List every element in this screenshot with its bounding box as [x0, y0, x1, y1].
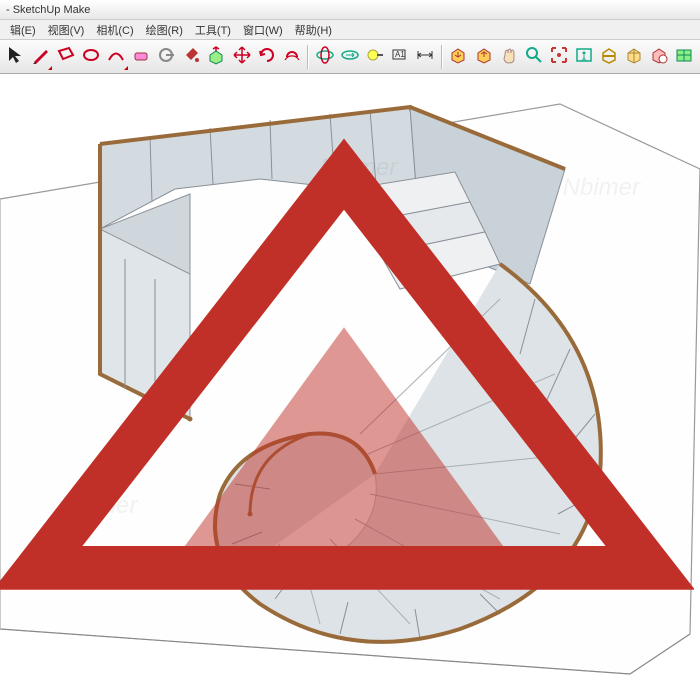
section-icon [599, 45, 619, 68]
add-location-tool[interactable] [673, 44, 696, 70]
dropdown-indicator-icon [124, 66, 128, 70]
tape-measure-tool[interactable] [364, 44, 387, 70]
offset-tool[interactable] [280, 44, 303, 70]
get-models-icon [448, 45, 468, 68]
toolbar: A1 [0, 40, 700, 74]
menu-tools[interactable]: 工具(T) [189, 20, 237, 40]
menu-view[interactable]: 视图(V) [42, 20, 91, 40]
tape-icon [156, 45, 176, 68]
move-icon [232, 45, 252, 68]
menu-edit[interactable]: 辑(E) [4, 20, 42, 40]
pencil-line-tool[interactable] [29, 44, 52, 70]
section-tool[interactable] [598, 44, 621, 70]
upload-model-tool[interactable] [472, 44, 495, 70]
text-label-icon: A1 [390, 45, 410, 68]
circle-icon [81, 45, 101, 68]
menu-draw[interactable]: 绘图(R) [140, 20, 189, 40]
move-tool[interactable] [230, 44, 253, 70]
zoom-extents-tool[interactable] [547, 44, 570, 70]
hand-pan-icon [499, 45, 519, 68]
walk-icon [574, 45, 594, 68]
select-arrow-tool[interactable] [4, 44, 27, 70]
menu-window[interactable]: 窗口(W) [237, 20, 289, 40]
eraser-icon [131, 45, 151, 68]
app-corner-logo-icon [0, 74, 694, 674]
app-title: - SketchUp Make [6, 4, 90, 16]
select-arrow-icon [6, 45, 26, 68]
rectangle-tool[interactable] [54, 44, 77, 70]
svg-text:A1: A1 [395, 50, 405, 59]
rotate-icon [257, 45, 277, 68]
tape-tool[interactable] [155, 44, 178, 70]
pan-tool[interactable] [338, 44, 361, 70]
circle-tool[interactable] [79, 44, 102, 70]
viewport-3d[interactable]: Nbimer Nbimer Nbimer [0, 74, 700, 680]
offset-icon [282, 45, 302, 68]
tape-measure-icon [365, 45, 385, 68]
paint-bucket-icon [181, 45, 201, 68]
arc-tool[interactable] [104, 44, 127, 70]
dropdown-indicator-icon [48, 66, 52, 70]
toolbar-separator [441, 45, 443, 69]
add-location-icon [674, 45, 694, 68]
walk-tool[interactable] [572, 44, 595, 70]
push-pull-tool[interactable] [205, 44, 228, 70]
zoom-icon [524, 45, 544, 68]
toolbar-separator [307, 45, 309, 69]
dimension-tool[interactable] [414, 44, 437, 70]
menu-help[interactable]: 帮助(H) [289, 20, 338, 40]
push-pull-icon [206, 45, 226, 68]
dimension-icon [415, 45, 435, 68]
orbit-icon [315, 45, 335, 68]
zoom-tool[interactable] [522, 44, 545, 70]
paint-bucket-tool[interactable] [180, 44, 203, 70]
title-bar: - SketchUp Make [0, 0, 700, 20]
zoom-extents-icon [549, 45, 569, 68]
layers-icon [624, 45, 644, 68]
outliner-tool[interactable] [648, 44, 671, 70]
rectangle-icon [56, 45, 76, 68]
outliner-icon [649, 45, 669, 68]
rotate-tool[interactable] [255, 44, 278, 70]
upload-model-icon [474, 45, 494, 68]
pan-icon [340, 45, 360, 68]
menu-bar: 辑(E) 视图(V) 相机(C) 绘图(R) 工具(T) 窗口(W) 帮助(H) [0, 20, 700, 40]
layers-tool[interactable] [623, 44, 646, 70]
menu-camera[interactable]: 相机(C) [90, 20, 139, 40]
eraser-tool[interactable] [130, 44, 153, 70]
hand-pan-tool[interactable] [497, 44, 520, 70]
orbit-tool[interactable] [313, 44, 336, 70]
text-label-tool[interactable]: A1 [389, 44, 412, 70]
get-models-tool[interactable] [447, 44, 470, 70]
